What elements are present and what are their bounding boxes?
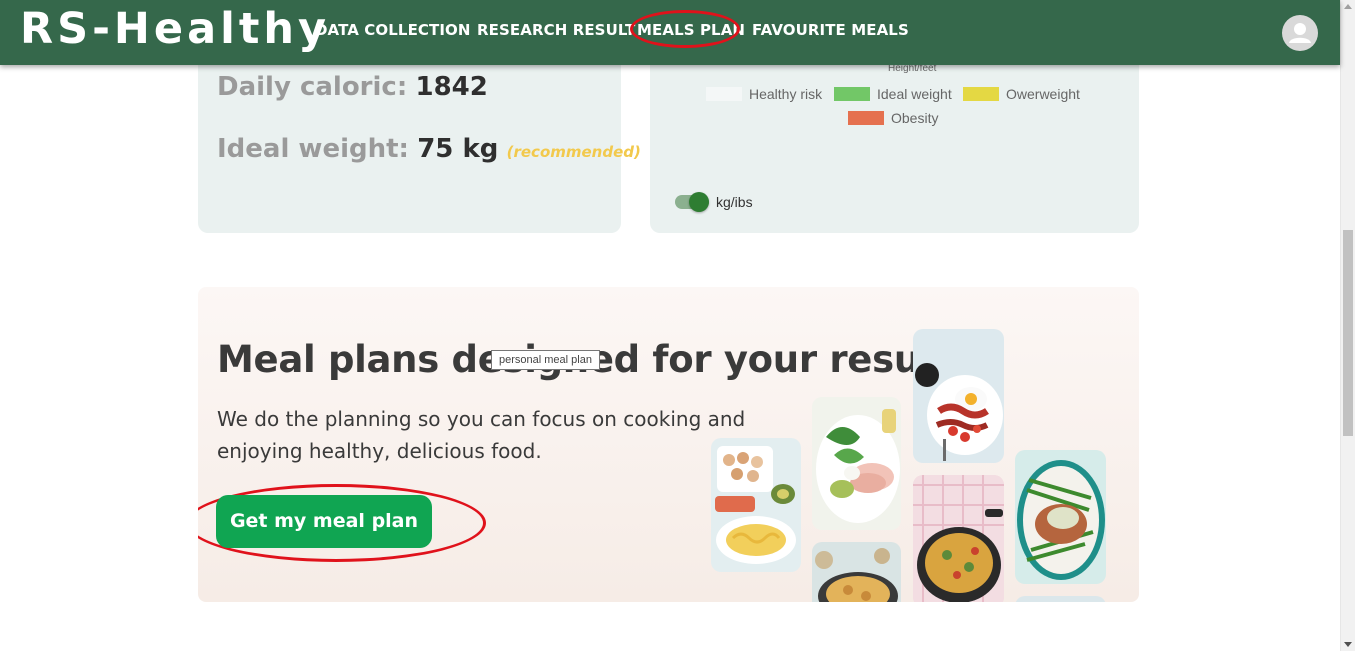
app-logo[interactable]: RS-Healthy — [20, 4, 330, 54]
legend-overweight[interactable]: Owerweight — [963, 86, 1080, 102]
legend-label: Healthy risk — [749, 86, 823, 102]
promo-description: We do the planning so you can focus on c… — [217, 407, 746, 463]
food-image-frittata — [913, 475, 1004, 602]
unit-toggle-switch[interactable] — [675, 192, 709, 212]
nav-data-collection[interactable]: DATA COLLECTION — [315, 21, 471, 39]
legend-swatch — [834, 87, 870, 101]
daily-caloric-label: Daily caloric: — [217, 72, 408, 102]
legend-label: Owerweight — [1006, 86, 1080, 102]
legend-obesity[interactable]: Obesity — [848, 110, 938, 126]
food-image-mushroom-dish — [812, 542, 901, 602]
food-image-breakfast — [913, 329, 1004, 463]
scroll-down-arrow-icon[interactable] — [1344, 642, 1352, 647]
bmi-chart-card: Height/feet Healthy risk Ideal weight Ow… — [650, 40, 1139, 233]
get-meal-plan-button[interactable]: Get my meal plan — [216, 495, 432, 548]
scroll-up-arrow-icon[interactable] — [1344, 4, 1352, 9]
top-navbar: RS-Healthy DATA COLLECTION RESEARCH RESU… — [0, 0, 1340, 65]
user-avatar-icon[interactable] — [1282, 15, 1318, 51]
legend-swatch — [848, 111, 884, 125]
toggle-knob — [689, 192, 709, 212]
legend-label: Obesity — [891, 110, 939, 126]
page-scrollbar[interactable] — [1340, 0, 1355, 651]
results-stats-card: Daily caloric: 1842 Ideal weight: 75 kg … — [198, 40, 641, 233]
legend-swatch — [706, 87, 742, 101]
food-image-salad-ham — [812, 397, 901, 530]
legend-healthy-risk[interactable]: Healthy risk — [706, 86, 822, 102]
ideal-weight-label: Ideal weight: — [217, 134, 409, 164]
daily-caloric-row: Daily caloric: 1842 — [217, 72, 488, 102]
daily-caloric-value: 1842 — [415, 72, 488, 102]
ideal-weight-value: 75 kg — [417, 134, 499, 164]
tooltip-personal-meal-plan: personal meal plan — [491, 350, 600, 370]
nav-research-result[interactable]: RESEARCH RESULT — [477, 21, 635, 39]
meal-plan-promo: Meal plans designed for your results We … — [198, 287, 1139, 602]
food-image-eggs-pasta — [711, 438, 801, 572]
scrollbar-thumb[interactable] — [1343, 230, 1353, 436]
food-image-steak-beans — [1015, 450, 1106, 584]
nav-favourite-meals[interactable]: FAVOURITE MEALS — [752, 21, 909, 39]
unit-toggle-label: kg/ibs — [716, 194, 753, 210]
legend-label: Ideal weight — [877, 86, 952, 102]
ideal-weight-note: (recommended) — [506, 143, 641, 161]
legend-swatch — [963, 87, 999, 101]
annotation-circle-meals-plan — [630, 10, 740, 48]
legend-ideal-weight[interactable]: Ideal weight — [834, 86, 952, 102]
ideal-weight-row: Ideal weight: 75 kg (recommended) — [217, 134, 641, 164]
food-image-partial — [1015, 596, 1106, 602]
